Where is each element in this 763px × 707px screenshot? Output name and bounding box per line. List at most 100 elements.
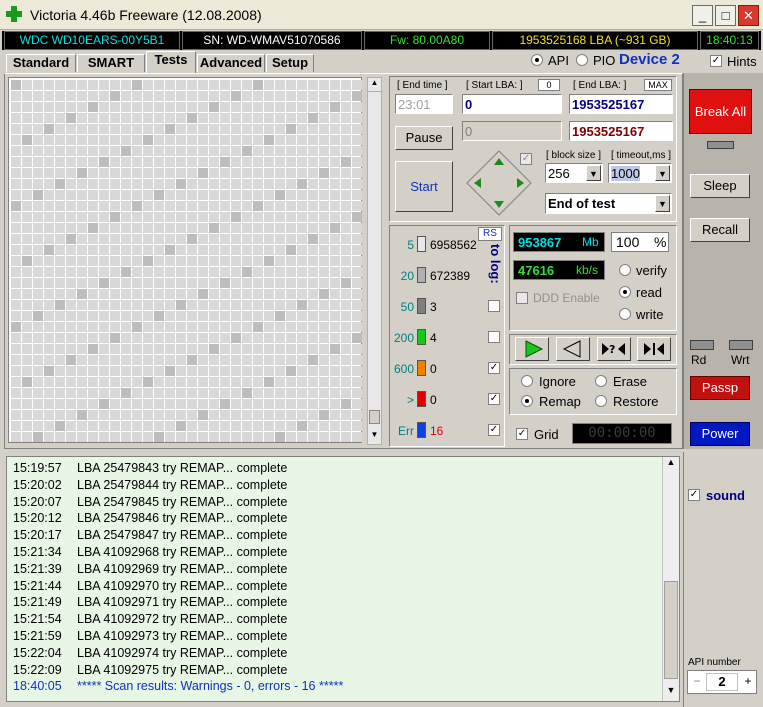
tab-smart[interactable]: SMART bbox=[77, 54, 145, 72]
grid-cell bbox=[308, 168, 318, 178]
arrow-left-icon[interactable] bbox=[466, 174, 484, 192]
grid-cell bbox=[275, 201, 285, 211]
grid-cell bbox=[66, 388, 76, 398]
timeout-select[interactable]: 1000 ▼ bbox=[608, 163, 672, 183]
grid-cell bbox=[220, 223, 230, 233]
remap-radio[interactable] bbox=[521, 395, 533, 407]
hints-checkbox[interactable]: ✓ bbox=[710, 55, 722, 67]
pause-button[interactable]: Pause bbox=[395, 126, 453, 150]
chevron-down-icon[interactable]: ▼ bbox=[586, 165, 601, 181]
grid-cell bbox=[286, 168, 296, 178]
grid-cell bbox=[297, 388, 307, 398]
minimize-button[interactable]: _ bbox=[692, 5, 713, 26]
ignore-label: Ignore bbox=[539, 374, 576, 389]
read-radio[interactable] bbox=[619, 286, 631, 298]
arrow-right-icon[interactable] bbox=[514, 174, 532, 192]
grid-cell bbox=[88, 267, 98, 277]
sleep-button[interactable]: Sleep bbox=[690, 174, 750, 198]
grid-cell bbox=[55, 212, 65, 222]
ignore-radio[interactable] bbox=[521, 375, 533, 387]
direction-checkbox[interactable]: ✓ bbox=[520, 153, 532, 165]
write-radio[interactable] bbox=[619, 308, 631, 320]
power-button[interactable]: Power bbox=[690, 422, 750, 446]
grid-cell bbox=[231, 355, 241, 365]
arrow-up-icon[interactable] bbox=[490, 150, 508, 168]
tab-tests[interactable]: Tests bbox=[146, 51, 196, 73]
grid-cell bbox=[264, 344, 274, 354]
log-line: 15:21:59 LBA 41092973 try REMAP... comple… bbox=[13, 629, 287, 643]
maximize-button[interactable]: □ bbox=[715, 5, 736, 26]
grid-cell bbox=[121, 157, 131, 167]
log-checkbox[interactable] bbox=[488, 300, 500, 312]
skip-random-icon[interactable]: ? bbox=[597, 337, 631, 361]
grid-cell bbox=[330, 344, 340, 354]
api-radio[interactable] bbox=[531, 54, 543, 66]
tab-standard[interactable]: Standard bbox=[6, 54, 76, 72]
decrement-button[interactable]: − bbox=[690, 674, 704, 688]
log-line: 15:22:04 LBA 41092974 try REMAP... comple… bbox=[13, 646, 287, 660]
log-message: LBA 41092974 try REMAP... complete bbox=[77, 645, 288, 660]
log-scroll-thumb[interactable] bbox=[664, 581, 678, 679]
rs-button[interactable]: RS bbox=[478, 227, 502, 241]
grid-cell bbox=[187, 355, 197, 365]
end-skip-icon[interactable] bbox=[637, 337, 671, 361]
scroll-up-icon[interactable]: ▲ bbox=[663, 457, 679, 473]
break-all-button[interactable]: Break All bbox=[689, 89, 752, 134]
log-checkbox[interactable]: ✓ bbox=[488, 362, 500, 374]
ddd-checkbox[interactable] bbox=[516, 292, 528, 304]
grid-cell bbox=[308, 421, 318, 431]
tab-advanced[interactable]: Advanced bbox=[197, 54, 265, 72]
increment-button[interactable]: + bbox=[741, 674, 755, 688]
tab-setup[interactable]: Setup bbox=[266, 54, 314, 72]
play-icon[interactable] bbox=[515, 337, 549, 361]
start-button[interactable]: Start bbox=[395, 161, 453, 212]
scroll-down-icon[interactable]: ▼ bbox=[663, 685, 679, 701]
scroll-down-icon[interactable]: ▼ bbox=[368, 430, 381, 444]
scroll-thumb[interactable] bbox=[369, 410, 380, 424]
grid-cell bbox=[330, 113, 340, 123]
log-scrollbar[interactable]: ▲ ▼ bbox=[662, 457, 679, 701]
end-action-select[interactable]: End of test ▼ bbox=[545, 193, 672, 214]
reverse-icon[interactable] bbox=[556, 337, 590, 361]
start-lba-input[interactable]: 0 bbox=[462, 94, 562, 114]
log-checkbox[interactable]: ✓ bbox=[488, 424, 500, 436]
grid-cell bbox=[110, 399, 120, 409]
grid-cell bbox=[143, 113, 153, 123]
end-lba-input[interactable]: 1953525167 bbox=[569, 94, 673, 114]
grid-checkbox[interactable]: ✓ bbox=[516, 428, 528, 440]
arrow-down-icon[interactable] bbox=[490, 198, 508, 216]
end-lba-max[interactable]: MAX bbox=[644, 79, 672, 91]
api-number-stepper[interactable]: − 2 + bbox=[687, 670, 757, 694]
start-lba-reset[interactable]: 0 bbox=[538, 79, 560, 91]
grid-cell bbox=[33, 366, 43, 376]
erase-radio[interactable] bbox=[595, 375, 607, 387]
close-button[interactable]: ✕ bbox=[738, 5, 759, 26]
grid-cell bbox=[165, 333, 175, 343]
grid-cell bbox=[154, 289, 164, 299]
passp-button[interactable]: Passp bbox=[690, 376, 750, 400]
grid-cell bbox=[88, 113, 98, 123]
grid-cell bbox=[176, 410, 186, 420]
chevron-down-icon[interactable]: ▼ bbox=[655, 195, 670, 212]
grid-cell bbox=[33, 190, 43, 200]
verify-radio[interactable] bbox=[619, 264, 631, 276]
grid-cell bbox=[77, 201, 87, 211]
block-size-select[interactable]: 256 ▼ bbox=[545, 163, 603, 183]
restore-radio[interactable] bbox=[595, 395, 607, 407]
pio-radio[interactable] bbox=[576, 54, 588, 66]
sound-checkbox[interactable]: ✓ bbox=[688, 489, 700, 501]
recall-button[interactable]: Recall bbox=[690, 218, 750, 242]
grid-cell bbox=[286, 256, 296, 266]
grid-scrollbar[interactable]: ▲ ▼ bbox=[367, 77, 382, 445]
grid-cell bbox=[297, 344, 307, 354]
grid-cell bbox=[88, 355, 98, 365]
scroll-up-icon[interactable]: ▲ bbox=[368, 78, 381, 92]
chevron-down-icon[interactable]: ▼ bbox=[655, 165, 670, 181]
grid-cell bbox=[253, 179, 263, 189]
api-number-value[interactable]: 2 bbox=[706, 673, 738, 691]
grid-cell bbox=[330, 212, 340, 222]
log-checkbox[interactable] bbox=[488, 331, 500, 343]
log-checkbox[interactable]: ✓ bbox=[488, 393, 500, 405]
end-time-input[interactable]: 23:01 bbox=[395, 94, 453, 114]
to-log-label: to log: bbox=[488, 244, 503, 284]
